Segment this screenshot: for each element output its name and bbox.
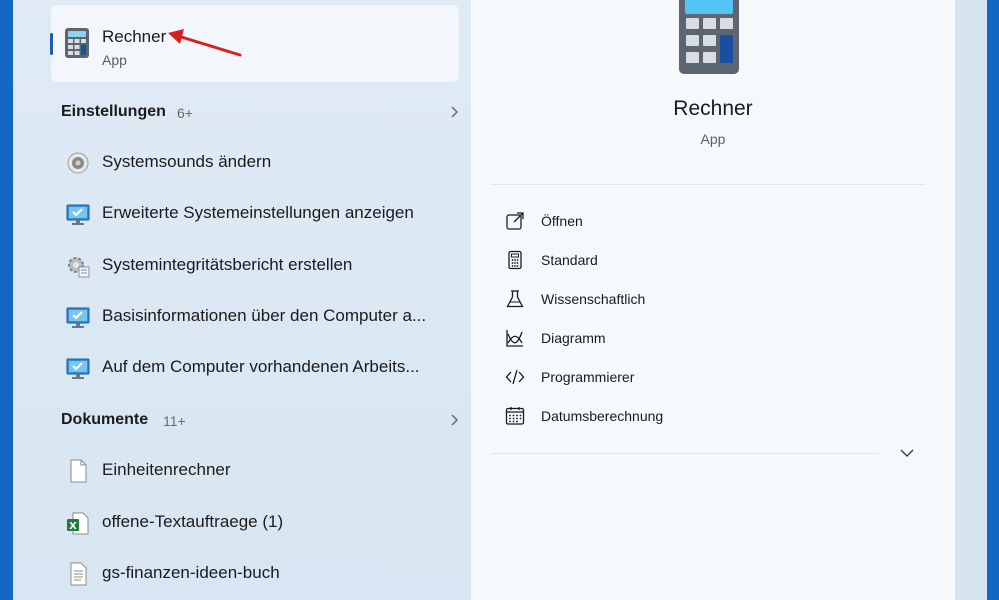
action-label: Diagramm xyxy=(541,330,606,346)
action-label: Standard xyxy=(541,252,598,268)
detail-divider-top xyxy=(491,184,925,185)
result-label: offene-Textauftraege (1) xyxy=(102,512,284,531)
chevron-right-icon xyxy=(451,414,459,426)
result-label: Erweiterte Systemeinstellungen anzeigen xyxy=(102,203,414,222)
text-file-icon xyxy=(70,562,87,586)
calculator-app-icon xyxy=(65,28,89,58)
section-einstellungen[interactable]: Einstellungen 6+ xyxy=(61,101,459,125)
excel-file-icon: X xyxy=(67,512,89,535)
svg-text:X: X xyxy=(69,521,77,532)
result-label: Systemsounds ändern xyxy=(102,152,272,171)
section-dokumente[interactable]: Dokumente 11+ xyxy=(61,409,459,433)
selection-indicator xyxy=(50,33,53,55)
detail-title: Rechner xyxy=(673,97,753,120)
action-label: Wissenschaftlich xyxy=(541,291,646,307)
action-programmierer[interactable]: Programmierer xyxy=(505,362,905,392)
action-wissenschaftlich[interactable]: Wissenschaftlich xyxy=(505,284,905,314)
document-icon xyxy=(70,459,87,483)
flask-icon xyxy=(506,290,524,308)
best-match-title: Rechner xyxy=(102,27,167,46)
result-label: gs-finanzen-ideen-buch xyxy=(102,563,280,582)
calculator-icon xyxy=(508,250,522,270)
result-systemsounds[interactable]: Systemsounds ändern xyxy=(51,138,459,186)
result-basisinformationen[interactable]: Basisinformationen über den Computer a..… xyxy=(51,292,459,340)
calculator-app-large-icon xyxy=(679,0,739,74)
best-match-subtitle: App xyxy=(102,52,127,68)
result-systemintegritaetsbericht[interactable]: Systemintegritätsbericht erstellen xyxy=(51,241,459,289)
section-count: 6+ xyxy=(177,105,193,121)
result-erweiterte-systemeinstellungen[interactable]: Erweiterte Systemeinstellungen anzeigen xyxy=(51,189,459,237)
action-diagramm[interactable]: Diagramm xyxy=(505,323,905,353)
pane-edge xyxy=(955,0,987,600)
chevron-down-icon[interactable] xyxy=(899,447,915,459)
result-label: Systemintegritätsbericht erstellen xyxy=(102,255,353,274)
result-einheitenrechner[interactable]: Einheitenrechner xyxy=(51,446,459,494)
action-label: Programmierer xyxy=(541,369,635,385)
result-gs-finanzen-ideen-buch[interactable]: gs-finanzen-ideen-buch xyxy=(51,549,459,597)
red-arrow-annotation xyxy=(168,29,242,57)
action-label: Öffnen xyxy=(541,213,583,229)
gear-report-icon xyxy=(68,257,90,278)
action-label: Datumsberechnung xyxy=(541,408,664,424)
code-icon xyxy=(505,369,525,385)
result-label: Einheitenrechner xyxy=(102,460,231,479)
result-offene-textauftraege[interactable]: X offene-Textauftraege (1) xyxy=(51,498,459,546)
detail-divider-bottom xyxy=(491,453,879,454)
detail-subtitle: App xyxy=(700,131,726,147)
monitor-check-icon xyxy=(66,307,90,328)
chevron-right-icon xyxy=(451,106,459,118)
result-label: Basisinformationen über den Computer a..… xyxy=(102,306,427,325)
graph-icon xyxy=(506,330,523,347)
monitor-check-icon xyxy=(66,204,90,225)
action-datumsberechnung[interactable]: Datumsberechnung xyxy=(505,401,905,431)
section-title: Einstellungen xyxy=(61,103,166,120)
calendar-icon xyxy=(505,407,525,425)
speaker-icon xyxy=(67,152,89,174)
section-title: Dokumente xyxy=(61,411,149,428)
monitor-check-icon xyxy=(66,358,90,379)
action-standard[interactable]: Standard xyxy=(505,245,905,275)
result-arbeitsspeicher[interactable]: Auf dem Computer vorhandenen Arbeits... xyxy=(51,343,459,391)
open-external-icon xyxy=(506,212,524,230)
result-label: Auf dem Computer vorhandenen Arbeits... xyxy=(102,357,420,376)
action-oeffnen[interactable]: Öffnen xyxy=(505,206,905,236)
section-count: 11+ xyxy=(163,413,186,429)
